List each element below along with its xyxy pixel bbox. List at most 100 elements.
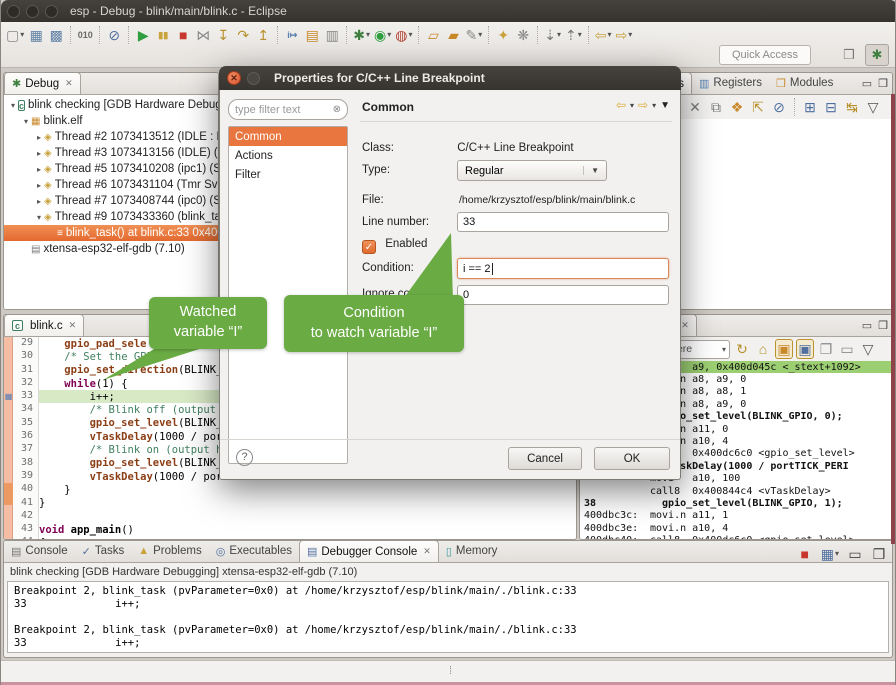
line-number[interactable]: 39	[13, 470, 39, 483]
link-with-debug-icon[interactable]: ↹	[843, 97, 861, 117]
annotate-icon[interactable]: ✎▾	[464, 25, 483, 45]
open-perspective-icon[interactable]: ❒	[837, 44, 861, 66]
suspend-icon[interactable]: ▮▮	[154, 25, 172, 45]
debug-tree-row[interactable]: ▸◈Thread #3 1073413156 (IDLE) (Susp	[4, 145, 218, 161]
external-tools-icon[interactable]: ◍▾	[394, 25, 413, 45]
chevron-down-icon[interactable]: ▾	[557, 31, 561, 39]
home-icon[interactable]: ⌂	[754, 339, 772, 359]
tab-executables[interactable]: ◎Executables	[209, 540, 299, 562]
collapse-all-icon[interactable]: ⊟	[822, 97, 840, 117]
chevron-down-icon[interactable]: ▾	[20, 31, 24, 39]
ignore-count-input[interactable]: 0	[457, 285, 669, 305]
line-number[interactable]: 40	[13, 483, 39, 496]
step-return-icon[interactable]: ↥	[254, 25, 272, 45]
line-number[interactable]: 36	[13, 430, 39, 443]
resume-icon[interactable]: ▶	[134, 25, 152, 45]
goto-annotation-icon[interactable]: ⇡▾	[564, 25, 583, 45]
line-number[interactable]: 29	[13, 337, 39, 350]
debug-tree-row[interactable]: ▸◈Thread #6 1073431104 (Tmr Svc) (Su	[4, 177, 218, 193]
chevron-down-icon[interactable]: ▾	[628, 31, 632, 39]
forward-icon[interactable]: ⇨▾	[614, 25, 633, 45]
chevron-down-icon[interactable]: ▾	[478, 31, 482, 39]
quick-access-box[interactable]: Quick Access	[719, 45, 811, 65]
line-number[interactable]: 34	[13, 403, 39, 416]
follow-execution-toggle-icon[interactable]: ▣	[796, 339, 814, 359]
forward-icon[interactable]: ⇨	[638, 98, 648, 112]
tree-expand-icon[interactable]: ▸	[34, 181, 44, 190]
code-line[interactable]: 44{	[13, 536, 576, 539]
debug-icon[interactable]: ✱▾	[352, 25, 371, 45]
chevron-down-icon[interactable]: ▾	[630, 101, 634, 110]
tree-expand-icon[interactable]: ▸	[34, 149, 44, 158]
debug-tree-row[interactable]: ▸◈Thread #5 1073410208 (ipc1) (Susp	[4, 161, 218, 177]
tree-expand-icon[interactable]: ▸	[34, 165, 44, 174]
dialog-nav-filter[interactable]: Filter	[229, 165, 347, 184]
goto-file-icon[interactable]: ⇱	[749, 97, 767, 117]
line-number[interactable]: 43	[13, 523, 39, 536]
tree-expand-icon[interactable]: ▸	[34, 133, 44, 142]
cancel-button[interactable]: Cancel	[508, 447, 582, 470]
chevron-down-icon[interactable]: ▾	[387, 31, 391, 39]
gear-icon[interactable]: ❋	[514, 25, 532, 45]
remove-all-breakpoints-icon[interactable]: ⧉	[707, 97, 725, 117]
view-menu-icon[interactable]: ▼	[660, 100, 670, 111]
debug-tree-row[interactable]: ▾◈Thread #9 1073433360 (blink_task	[4, 209, 218, 225]
line-number[interactable]: 38	[13, 457, 39, 470]
clear-filter-icon[interactable]: ⊗	[333, 104, 341, 115]
close-icon[interactable]: ✕	[423, 546, 431, 557]
tab-problems[interactable]: ▲Problems	[131, 540, 208, 562]
line-number[interactable]: 30	[13, 350, 39, 363]
tab-modules[interactable]: ❒Modules	[769, 72, 840, 94]
disassembly-line[interactable]: 38 gpio_set_level(BLINK_GPIO, 1);	[580, 497, 892, 509]
display-selected-console-icon[interactable]: ▦▾	[820, 544, 840, 564]
tab-console[interactable]: ▤Console	[4, 540, 75, 562]
remove-breakpoint-icon[interactable]: ✕	[686, 97, 704, 117]
chevron-down-icon[interactable]: ▾	[408, 31, 412, 39]
window-minimize-button[interactable]	[26, 5, 39, 18]
disassembly-line[interactable]: call8 0x400844c4 <vTaskDelay>	[580, 485, 892, 497]
line-number-input[interactable]: 33	[457, 212, 669, 232]
back-icon[interactable]: ⇦▾	[594, 25, 613, 45]
tree-expand-icon[interactable]: ▾	[21, 117, 31, 126]
line-number[interactable]: 31	[13, 364, 39, 377]
tree-expand-icon[interactable]: ▾	[34, 213, 44, 222]
ok-button[interactable]: OK	[594, 447, 670, 470]
maximize-icon[interactable]: ❒	[878, 77, 888, 90]
line-number[interactable]: 32	[13, 377, 39, 390]
back-icon[interactable]: ⇦	[616, 98, 626, 112]
debug-tree-row[interactable]: ▸◈Thread #2 1073413512 (IDLE : Runn	[4, 129, 218, 145]
terminate-console-icon[interactable]: ■	[796, 544, 814, 564]
disassembly-line[interactable]: 400dbc40:call8 0x400dc6c0 <gpio_set_leve…	[580, 534, 892, 539]
debug-tree-row[interactable]: ≡blink_task() at blink.c:33 0x400db	[4, 225, 218, 241]
minimize-icon[interactable]: ▭	[862, 319, 872, 332]
tab-debug[interactable]: ✱ Debug ✕	[4, 72, 81, 94]
tab-registers[interactable]: ▥Registers	[692, 72, 769, 94]
skip-breakpoints-icon[interactable]: ⊘	[770, 97, 788, 117]
enabled-checkbox[interactable]: ✓	[362, 240, 376, 254]
open-resource-icon[interactable]: ▰	[444, 25, 462, 45]
code-line[interactable]: 41}	[13, 497, 576, 510]
code-line[interactable]: 42	[13, 510, 576, 523]
build-binary-icon[interactable]: 010	[76, 25, 94, 45]
filter-input[interactable]: type filter text ⊗	[228, 99, 348, 120]
tab-blink-c[interactable]: c blink.c ✕	[4, 314, 84, 336]
dialog-nav-common[interactable]: Common	[229, 127, 347, 146]
help-icon[interactable]: ?	[236, 449, 253, 466]
minimize-icon[interactable]: ▭	[846, 544, 864, 564]
line-number[interactable]: 35	[13, 417, 39, 430]
chevron-down-icon[interactable]: ▾	[578, 31, 582, 39]
breakpoint-marker-icon[interactable]: ▦	[4, 391, 13, 402]
terminate-icon[interactable]: ■	[174, 25, 192, 45]
expand-all-icon[interactable]: ⊞	[801, 97, 819, 117]
debug-tree-row[interactable]: ▾cblink checking [GDB Hardware Debug	[4, 97, 218, 113]
disconnect-icon[interactable]: ⋈	[194, 25, 212, 45]
skip-all-breakpoints-icon[interactable]: ⊘	[105, 25, 123, 45]
run-icon[interactable]: ◉▾	[373, 25, 392, 45]
debug-tree-row[interactable]: ▤xtensa-esp32-elf-gdb (7.10)	[4, 241, 218, 257]
window-close-button[interactable]	[7, 5, 20, 18]
refresh-icon[interactable]: ↻	[733, 339, 751, 359]
tab-memory[interactable]: ▯Memory	[439, 540, 505, 562]
chevron-down-icon[interactable]: ▾	[607, 31, 611, 39]
step-into-icon[interactable]: ↧	[214, 25, 232, 45]
window-maximize-button[interactable]	[45, 5, 58, 18]
